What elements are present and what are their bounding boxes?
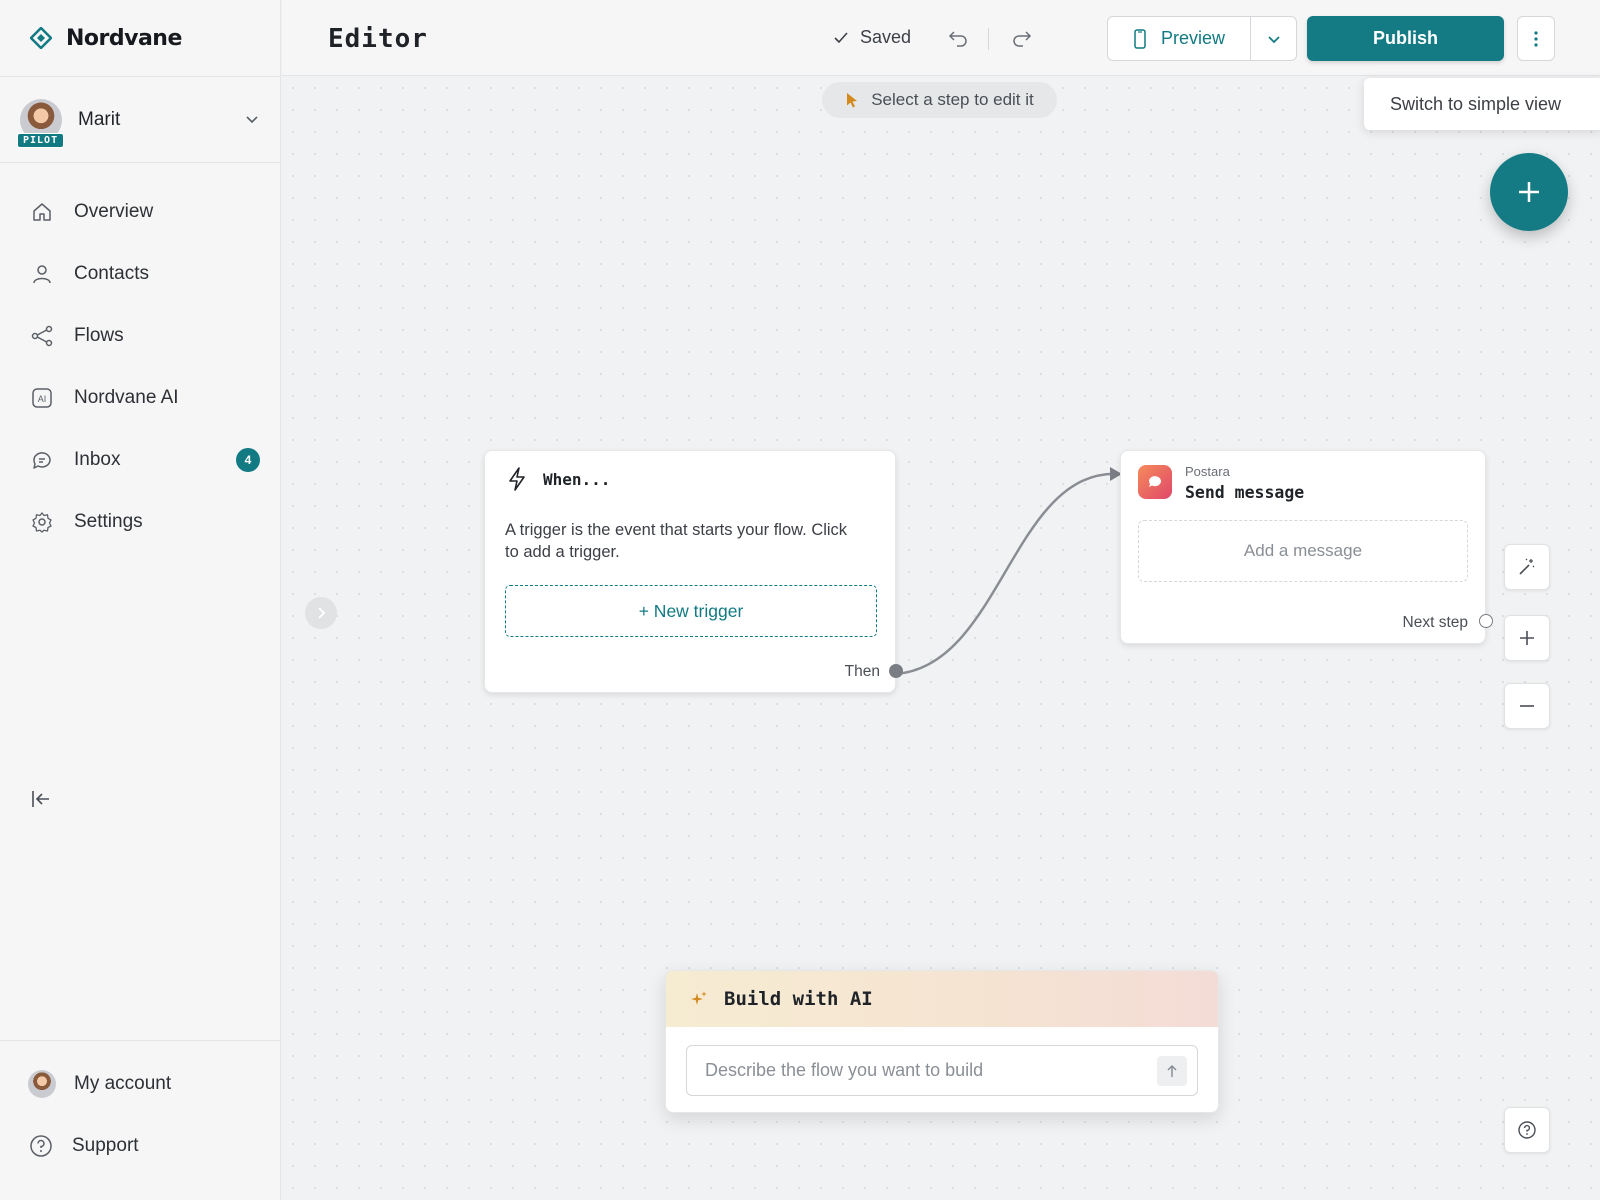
lightning-icon xyxy=(509,467,525,491)
support-label: Support xyxy=(72,1135,139,1156)
sidebar-item-label: Overview xyxy=(74,201,154,222)
brand-header: Nordvane xyxy=(0,0,280,77)
svg-text:AI: AI xyxy=(38,394,47,404)
preview-button[interactable]: Preview xyxy=(1108,17,1251,60)
ai-send-button[interactable] xyxy=(1157,1055,1187,1086)
more-options-button[interactable] xyxy=(1517,16,1555,61)
page-title: Editor xyxy=(328,24,428,54)
plus-icon xyxy=(1519,182,1539,202)
ai-panel-header: Build with AI xyxy=(666,971,1218,1027)
home-icon xyxy=(33,203,51,221)
undo-icon[interactable] xyxy=(946,26,970,50)
help-circle-icon xyxy=(1518,1121,1536,1139)
ai-icon: AI xyxy=(32,388,52,408)
ai-prompt-input[interactable] xyxy=(687,1046,1157,1095)
sidebar-item-overview[interactable]: Overview xyxy=(0,181,280,243)
trigger-title: When... xyxy=(543,469,611,489)
flow-canvas[interactable]: Select a step to edit it Switch to simpl… xyxy=(282,77,1600,1200)
next-step-port-label: Next step xyxy=(1402,614,1468,631)
share-nodes-icon xyxy=(31,325,53,347)
help-button[interactable] xyxy=(1504,1107,1550,1153)
new-trigger-button[interactable]: + New trigger xyxy=(505,585,877,637)
pilot-badge: PILOT xyxy=(17,133,65,148)
sidebar-item-contacts[interactable]: Contacts xyxy=(0,243,280,305)
more-vertical-icon xyxy=(1534,30,1538,47)
sparkle-icon xyxy=(691,991,707,1005)
sidebar-item-label: Flows xyxy=(74,325,124,346)
then-port-label: Then xyxy=(844,663,880,680)
next-step-port[interactable] xyxy=(1479,614,1493,628)
switch-simple-view-option[interactable]: Switch to simple view xyxy=(1364,78,1600,130)
saved-label: Saved xyxy=(860,27,912,47)
preview-button-group: Preview xyxy=(1107,16,1297,61)
plus-icon xyxy=(1520,631,1534,645)
person-icon xyxy=(33,265,51,284)
inbox-count-badge: 4 xyxy=(236,448,260,472)
message-node-title: Send message xyxy=(1185,483,1305,502)
redo-icon[interactable] xyxy=(1010,26,1034,50)
topbar: Editor Saved Preview Publish xyxy=(282,0,1600,76)
chevron-down-icon xyxy=(1267,35,1280,43)
check-icon xyxy=(834,31,848,43)
add-step-button[interactable] xyxy=(1490,153,1568,231)
build-with-ai-panel: Build with AI xyxy=(665,970,1219,1113)
support-link[interactable]: Support xyxy=(0,1115,280,1177)
main-nav: Overview Contacts Flows AI Nordvane AI I… xyxy=(0,163,280,553)
user-switcher[interactable]: Marit xyxy=(0,77,280,163)
phone-icon xyxy=(1134,28,1146,49)
gear-icon xyxy=(32,512,52,533)
sidebar-item-label: Nordvane AI xyxy=(74,387,179,408)
user-name: Marit xyxy=(78,108,121,130)
ai-panel-title: Build with AI xyxy=(724,988,873,1010)
divider xyxy=(988,28,989,50)
arrow-up-icon xyxy=(1167,1064,1177,1077)
edit-hint: Select a step to edit it xyxy=(822,82,1057,118)
chat-bubble-icon xyxy=(33,452,51,469)
sidebar-item-inbox[interactable]: Inbox 4 xyxy=(0,429,280,491)
my-account-link[interactable]: My account xyxy=(0,1053,280,1115)
trigger-node[interactable]: When... A trigger is the event that star… xyxy=(484,450,903,693)
preview-label: Preview xyxy=(1160,28,1226,48)
preview-dropdown-button[interactable] xyxy=(1251,17,1296,60)
send-message-node[interactable]: Postara Send message Add a message Next … xyxy=(1120,450,1493,644)
brand-logo-icon xyxy=(30,27,52,49)
publish-button[interactable]: Publish xyxy=(1307,16,1504,61)
zoom-in-button[interactable] xyxy=(1504,615,1550,661)
saved-status: Saved xyxy=(832,27,911,48)
sidebar-footer: My account Support xyxy=(0,1040,280,1200)
then-port[interactable] xyxy=(889,664,903,678)
expand-panel-button[interactable] xyxy=(305,597,337,629)
edit-hint-label: Select a step to edit it xyxy=(871,90,1034,109)
brand-name: Nordvane xyxy=(66,25,182,51)
chevron-right-icon xyxy=(318,607,326,619)
zoom-out-button[interactable] xyxy=(1504,683,1550,729)
chat-bubble-icon xyxy=(1148,476,1161,487)
help-circle-icon xyxy=(30,1135,52,1157)
sidebar-item-settings[interactable]: Settings xyxy=(0,491,280,553)
chevron-down-icon xyxy=(246,116,258,124)
collapse-sidebar-icon[interactable] xyxy=(28,786,54,812)
my-account-label: My account xyxy=(74,1073,172,1094)
add-message-field[interactable]: Add a message xyxy=(1138,520,1468,582)
cursor-icon xyxy=(847,93,858,108)
trigger-header: When... xyxy=(507,467,610,491)
magic-wand-icon xyxy=(1519,558,1535,575)
message-app-name: Postara xyxy=(1185,464,1230,479)
sidebar-item-nordvane-ai[interactable]: AI Nordvane AI xyxy=(0,367,280,429)
sidebar-item-label: Settings xyxy=(74,511,143,532)
sidebar-item-label: Inbox xyxy=(74,449,121,470)
ai-prompt-field xyxy=(686,1045,1198,1096)
trigger-description: A trigger is the event that starts your … xyxy=(505,521,848,561)
avatar xyxy=(28,1070,56,1098)
sidebar-item-flows[interactable]: Flows xyxy=(0,305,280,367)
auto-layout-button[interactable] xyxy=(1504,544,1550,590)
postara-app-icon xyxy=(1138,465,1172,499)
sidebar-item-label: Contacts xyxy=(74,263,149,284)
sidebar: Nordvane Marit PILOT Overview Contacts F… xyxy=(0,0,281,1200)
minus-icon xyxy=(1520,705,1534,707)
